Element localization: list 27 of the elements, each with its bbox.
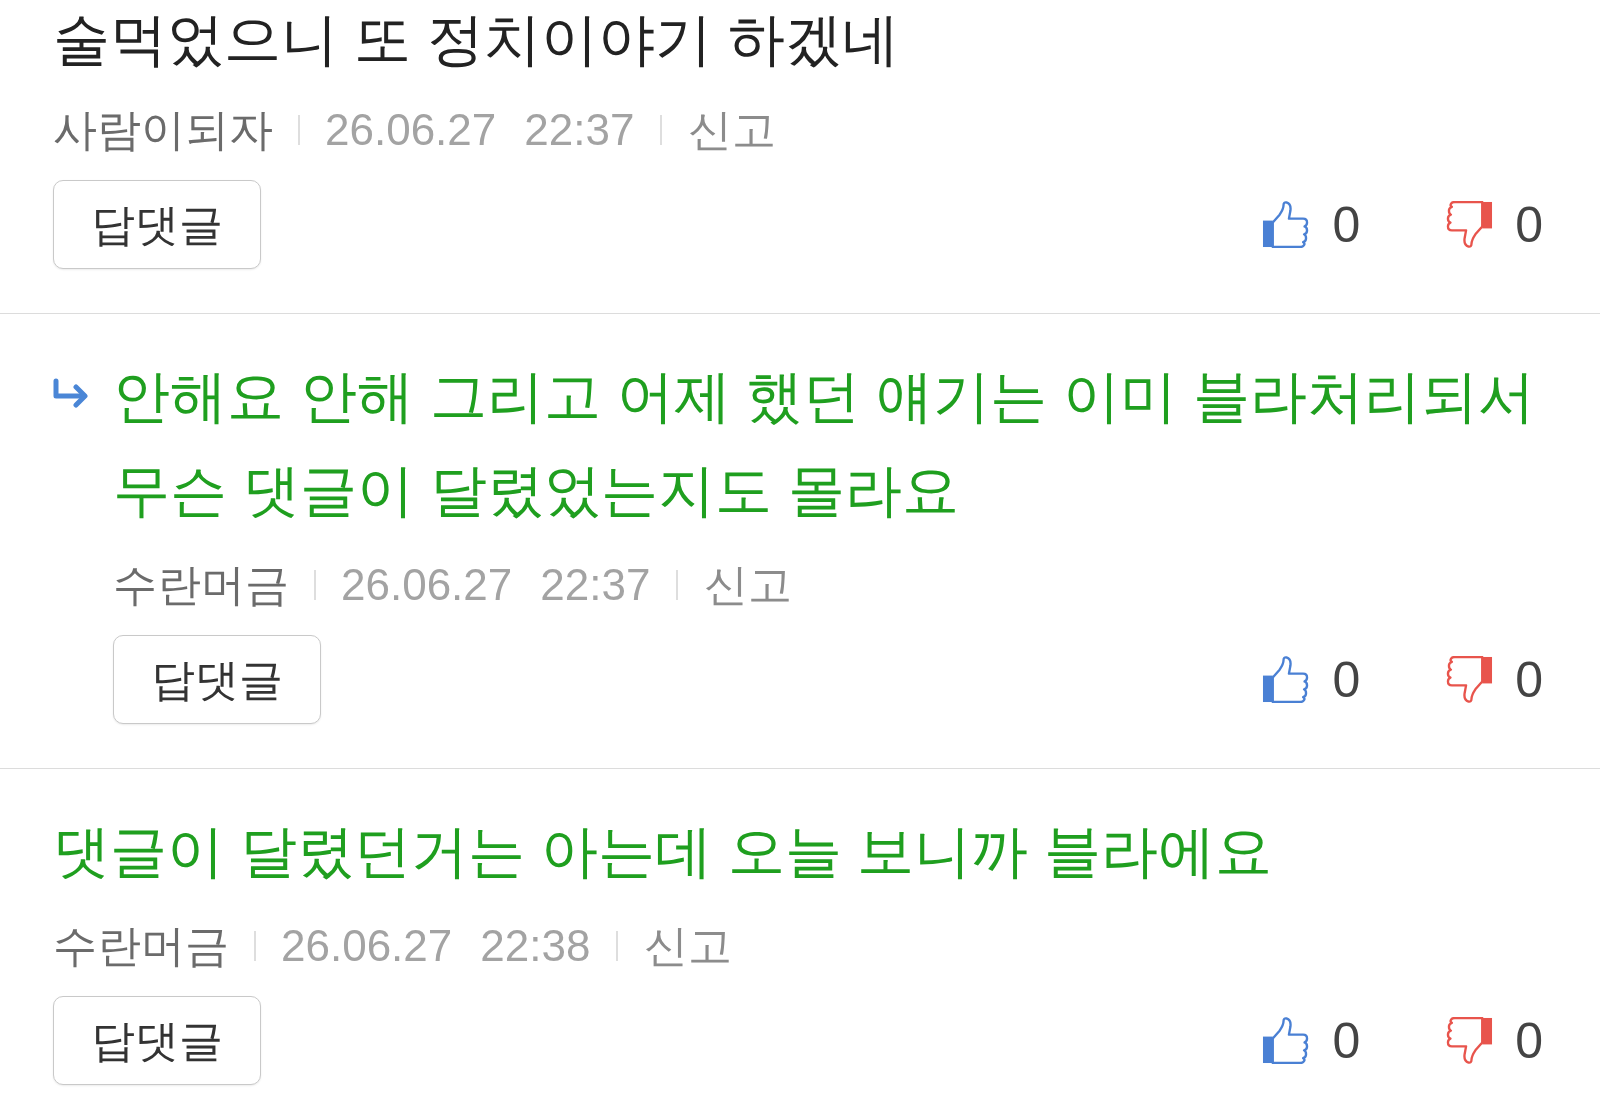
author-name: 사람이되자 (53, 104, 273, 156)
comment-time: 22:37 (540, 559, 651, 611)
like-button[interactable]: 0 (1262, 1010, 1361, 1071)
thumbs-down-icon (1446, 656, 1494, 703)
thumbs-down-icon (1446, 201, 1494, 248)
thumbs-down-icon (1446, 1017, 1494, 1064)
reply-button[interactable]: 답댓글 (53, 180, 261, 269)
dislike-button[interactable]: 0 (1446, 1010, 1543, 1071)
like-button[interactable]: 0 (1262, 649, 1361, 710)
comment-date: 26.06.27 (281, 920, 453, 972)
comment-date: 26.06.27 (341, 559, 513, 611)
dislike-button[interactable]: 0 (1446, 194, 1543, 255)
thumbs-up-icon (1262, 201, 1310, 248)
author-name: 수란머금 (53, 920, 229, 972)
comment-text: 술먹었으니 또 정치이야기 하겠네 (53, 6, 900, 73)
dislike-button[interactable]: 0 (1446, 649, 1543, 710)
comment-text: 댓글이 달렸던거는 아는데 오늘 보니까 블라에요 (53, 818, 1274, 885)
thumbs-up-icon (1262, 1017, 1310, 1064)
comment-time: 22:37 (524, 104, 635, 156)
like-button[interactable]: 0 (1262, 194, 1361, 255)
comment-time: 22:38 (480, 920, 591, 972)
thumbs-up-icon (1262, 656, 1310, 703)
comment-date: 26.06.27 (325, 104, 497, 156)
comment-text: 안해요 안해 그리고 어제 했던 얘기는 이미 블라처리되서 무슨 댓글이 달렸었는지도 몰라요 (113, 363, 1536, 524)
author-name: 수란머금 (113, 559, 289, 611)
reply-button[interactable]: 답댓글 (53, 996, 261, 1085)
reply-button[interactable]: 답댓글 (113, 635, 321, 724)
